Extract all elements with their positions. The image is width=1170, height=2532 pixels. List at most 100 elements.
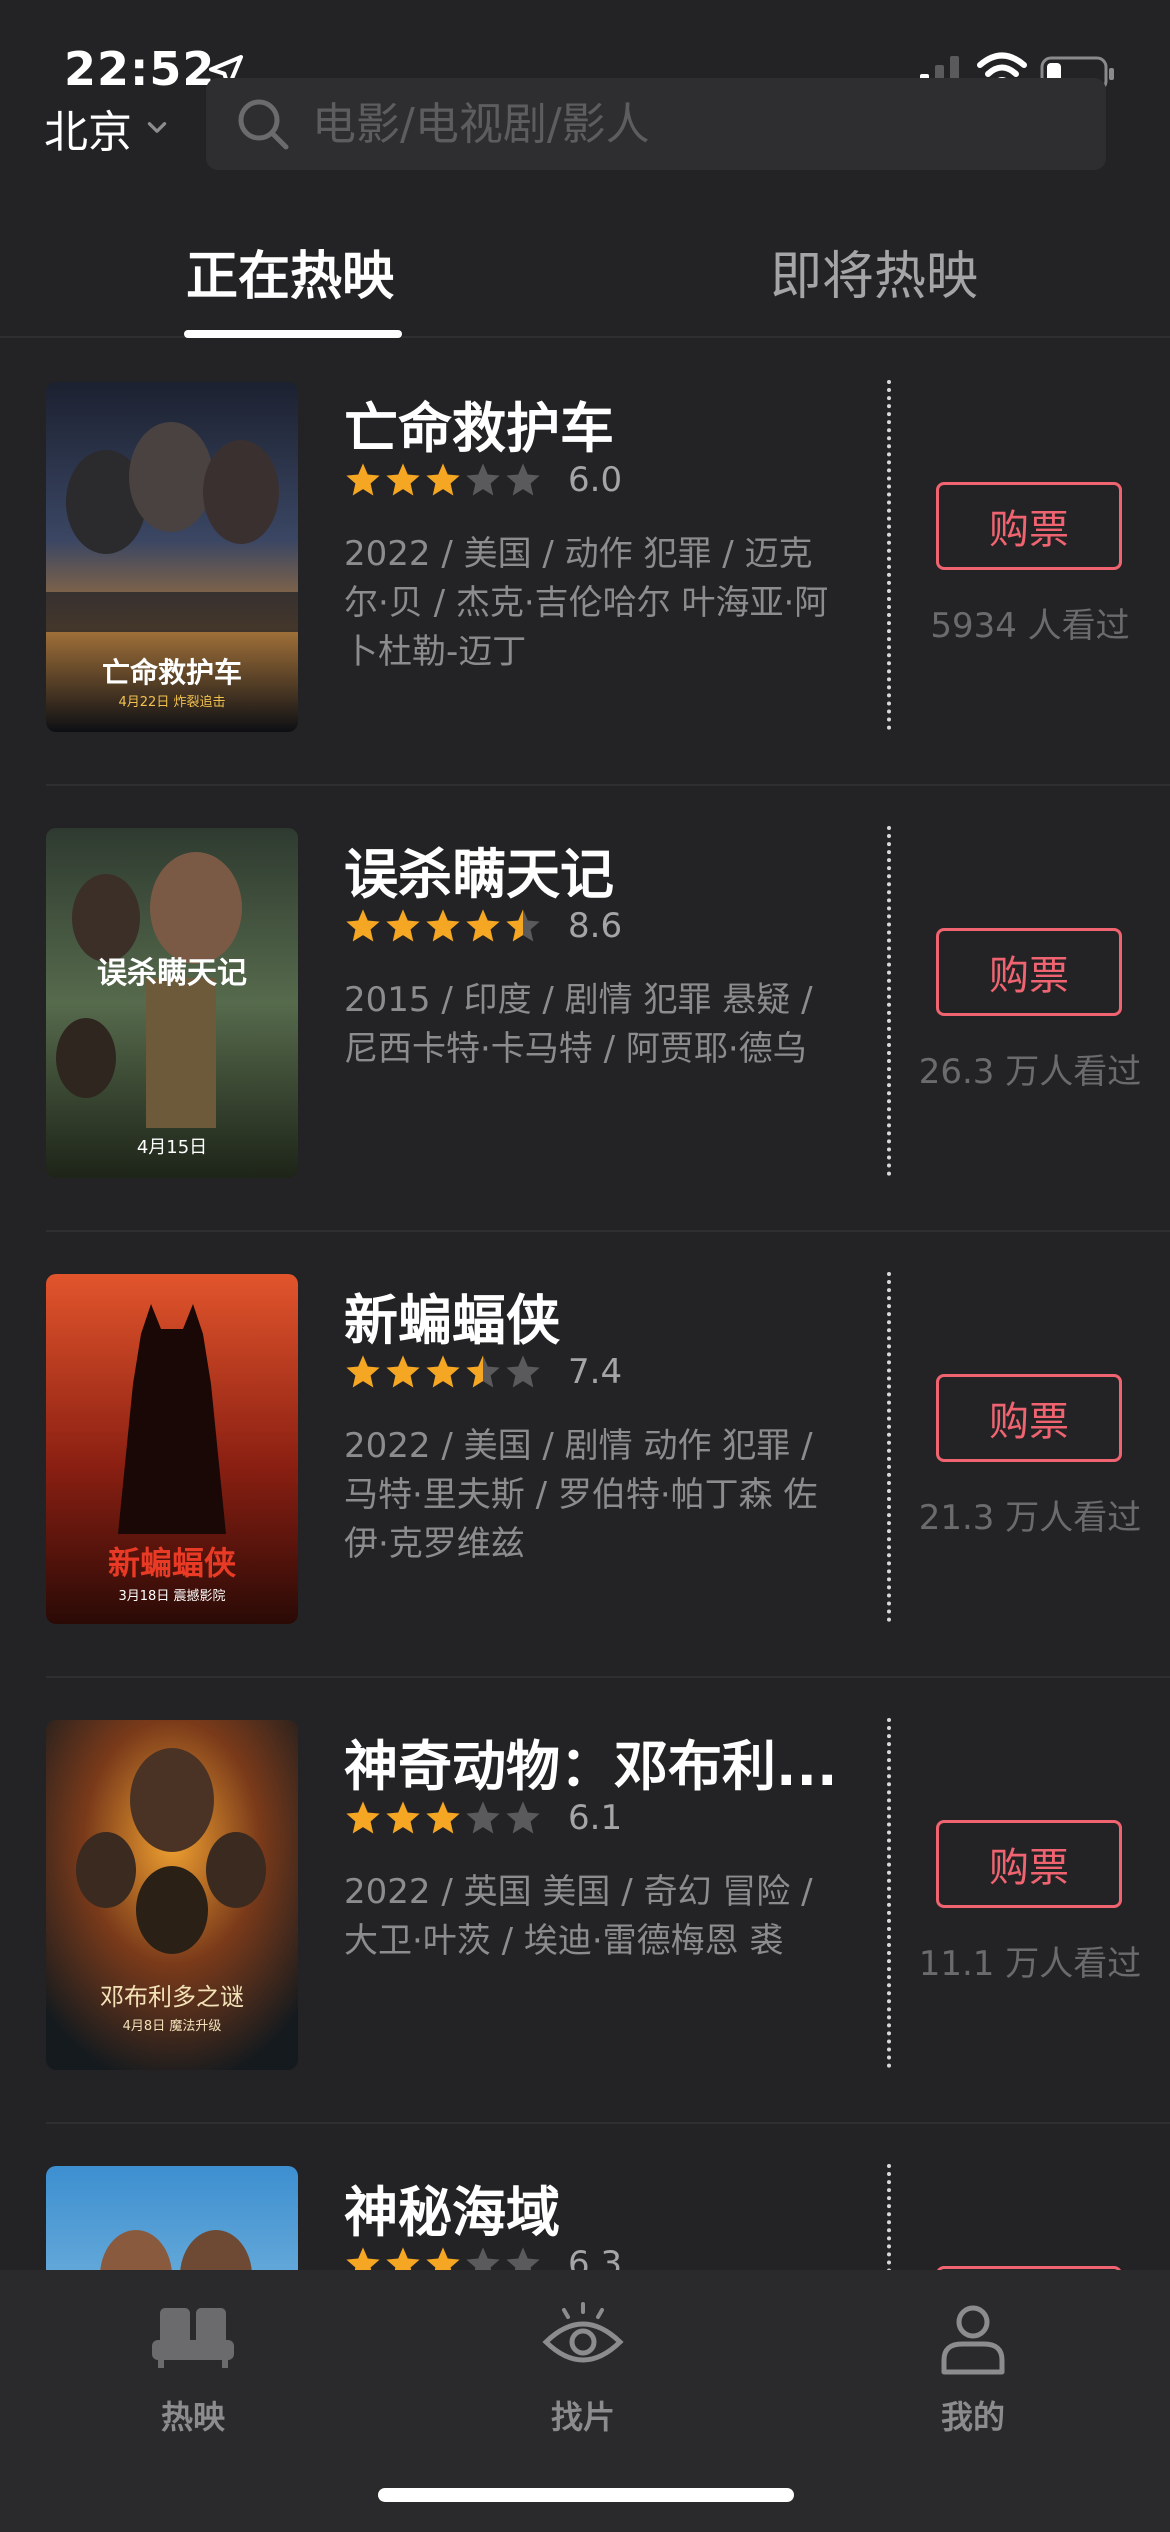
star-icon [466, 909, 500, 942]
star-icon [386, 2247, 420, 2270]
star-icon [466, 1801, 500, 1834]
movie-rating: 8.6 [344, 906, 622, 946]
buy-ticket-button[interactable]: 购票 [936, 1820, 1122, 1908]
movie-rating: 7.4 [344, 1352, 622, 1392]
tab-coming-soon[interactable]: 即将热映 [770, 234, 978, 309]
movie-title[interactable]: 神秘海域 [344, 2168, 560, 2247]
star-icon [466, 463, 500, 496]
movie-title[interactable]: 新蝙蝠侠 [344, 1276, 560, 1355]
star-icon [466, 2247, 500, 2270]
tab-now-showing[interactable]: 正在热映 [186, 234, 394, 309]
star-rating [344, 461, 544, 499]
nav-item-discover[interactable]: 找片 [483, 2298, 683, 2438]
movie-item[interactable]: 亡命救护车 4月22日 炸裂追击 亡命救护车 6.0 2022 / 美国 / 动… [0, 340, 1170, 786]
poster-date: 4月15日 [137, 1137, 207, 1158]
buy-ticket-button[interactable]: 购票 [936, 482, 1122, 570]
nav-item-now-showing[interactable]: 热映 [93, 2298, 293, 2438]
star-icon [346, 1355, 380, 1388]
watched-count: 11.1 万人看过 [918, 1944, 1142, 1984]
city-label: 北京 [44, 107, 132, 158]
movie-rating: 6.0 [344, 460, 622, 500]
star-icon [506, 1355, 540, 1388]
buy-ticket-button[interactable]: 购票 [936, 1374, 1122, 1462]
watched-count: 5934 人看过 [930, 606, 1130, 646]
dotted-divider [887, 380, 891, 730]
star-icon [466, 1355, 500, 1388]
nav-item-profile[interactable]: 我的 [873, 2298, 1073, 2438]
movie-description: 2022 / 美国 / 剧情 动作 犯罪 / 马特·里夫斯 / 罗伯特·帕丁森 … [344, 1426, 818, 1564]
poster-date: 4月22日 炸裂追击 [119, 694, 226, 710]
movie-title[interactable]: 亡命救护车 [344, 384, 614, 463]
movie-score: 6.3 [568, 2244, 623, 2270]
star-icon [426, 463, 460, 496]
movie-item[interactable]: 神秘海域 6.3 购票 [0, 2124, 1170, 2270]
star-icon [386, 463, 420, 496]
buy-ticket-button[interactable]: 购票 [936, 928, 1122, 1016]
search-input[interactable] [312, 98, 1092, 150]
movie-poster[interactable]: 误杀瞒天记 4月15日 [46, 828, 298, 1178]
movie-item[interactable]: 误杀瞒天记 4月15日 误杀瞒天记 8.6 2015 / 印度 / 剧情 犯罪 … [0, 786, 1170, 1232]
star-rating [344, 907, 544, 945]
movie-score: 8.6 [568, 906, 623, 946]
search-icon [238, 99, 289, 150]
movie-poster[interactable]: 邓布利多之谜 4月8日 魔法升级 [46, 1720, 298, 2070]
active-tab-indicator [184, 330, 402, 338]
city-selector[interactable]: 北京 [44, 96, 170, 160]
dotted-divider [887, 826, 891, 1176]
star-icon [506, 1801, 540, 1834]
poster-title: 新蝙蝠侠 [108, 1544, 237, 1582]
movie-rating: 6.3 [344, 2244, 622, 2270]
movie-score: 6.0 [568, 460, 623, 500]
status-time: 22:52 [64, 42, 216, 96]
movie-score: 7.4 [568, 1352, 623, 1392]
chevron-down-icon [147, 122, 167, 133]
movie-description: 2015 / 印度 / 剧情 犯罪 悬疑 / 尼西卡特·卡马特 / 阿贾耶·德乌 [344, 980, 813, 1069]
movie-title[interactable]: 神奇动物：邓布利... [344, 1722, 838, 1801]
dotted-divider [887, 1718, 891, 2068]
movie-rating: 6.1 [344, 1798, 622, 1838]
star-icon [346, 909, 380, 942]
star-icon [346, 2247, 380, 2270]
poster-date: 3月18日 震撼影院 [119, 1589, 226, 1604]
app-screen: 22:52 北京 电影/电视剧/影人 正在热映 即将热映 亡命救护车 4月22日… [0, 0, 1170, 2532]
watched-count: 26.3 万人看过 [918, 1052, 1142, 1092]
star-icon [386, 1801, 420, 1834]
star-rating [344, 2245, 544, 2270]
nav-label: 热映 [160, 2398, 225, 2436]
nav-label: 找片 [550, 2398, 615, 2436]
nav-label: 我的 [940, 2398, 1005, 2436]
star-icon [426, 1801, 460, 1834]
movie-description: 2022 / 英国 美国 / 奇幻 冒险 / 大卫·叶茨 / 埃迪·雷德梅恩 裘 [344, 1872, 813, 1961]
movie-poster[interactable] [46, 2166, 298, 2270]
movie-item[interactable]: 邓布利多之谜 4月8日 魔法升级 神奇动物：邓布利... 6.1 2022 / … [0, 1678, 1170, 2124]
movie-item[interactable]: 新蝙蝠侠 3月18日 震撼影院 新蝙蝠侠 7.4 2022 / 美国 / 剧情 … [0, 1232, 1170, 1678]
star-icon [506, 463, 540, 496]
star-icon [506, 909, 540, 942]
dotted-divider [887, 1272, 891, 1622]
star-icon [346, 463, 380, 496]
poster-title: 亡命救护车 [102, 656, 242, 689]
sofa-icon [152, 2308, 234, 2368]
poster-date: 4月8日 魔法升级 [123, 2019, 222, 2034]
search-bar[interactable] [206, 78, 1106, 170]
dotted-divider [887, 2164, 891, 2270]
tab-bar: 正在热映 即将热映 [0, 210, 1170, 338]
watched-count: 21.3 万人看过 [918, 1498, 1142, 1538]
movie-list[interactable]: 亡命救护车 4月22日 炸裂追击 亡命救护车 6.0 2022 / 美国 / 动… [0, 340, 1170, 2270]
person-icon [941, 2305, 1005, 2375]
star-icon [426, 1355, 460, 1388]
movie-description: 2022 / 美国 / 动作 犯罪 / 迈克尔·贝 / 杰克·吉伦哈尔 叶海亚·… [344, 534, 829, 672]
poster-title: 邓布利多之谜 [100, 1983, 244, 2011]
movie-poster[interactable]: 亡命救护车 4月22日 炸裂追击 [46, 382, 298, 732]
star-icon [426, 909, 460, 942]
movie-title[interactable]: 误杀瞒天记 [344, 830, 614, 909]
star-icon [426, 2247, 460, 2270]
star-icon [386, 909, 420, 942]
poster-title: 误杀瞒天记 [97, 956, 247, 991]
star-rating [344, 1799, 544, 1837]
star-icon [346, 1801, 380, 1834]
home-indicator [378, 2488, 794, 2502]
star-icon [386, 1355, 420, 1388]
movie-poster[interactable]: 新蝙蝠侠 3月18日 震撼影院 [46, 1274, 298, 1624]
star-icon [506, 2247, 540, 2270]
